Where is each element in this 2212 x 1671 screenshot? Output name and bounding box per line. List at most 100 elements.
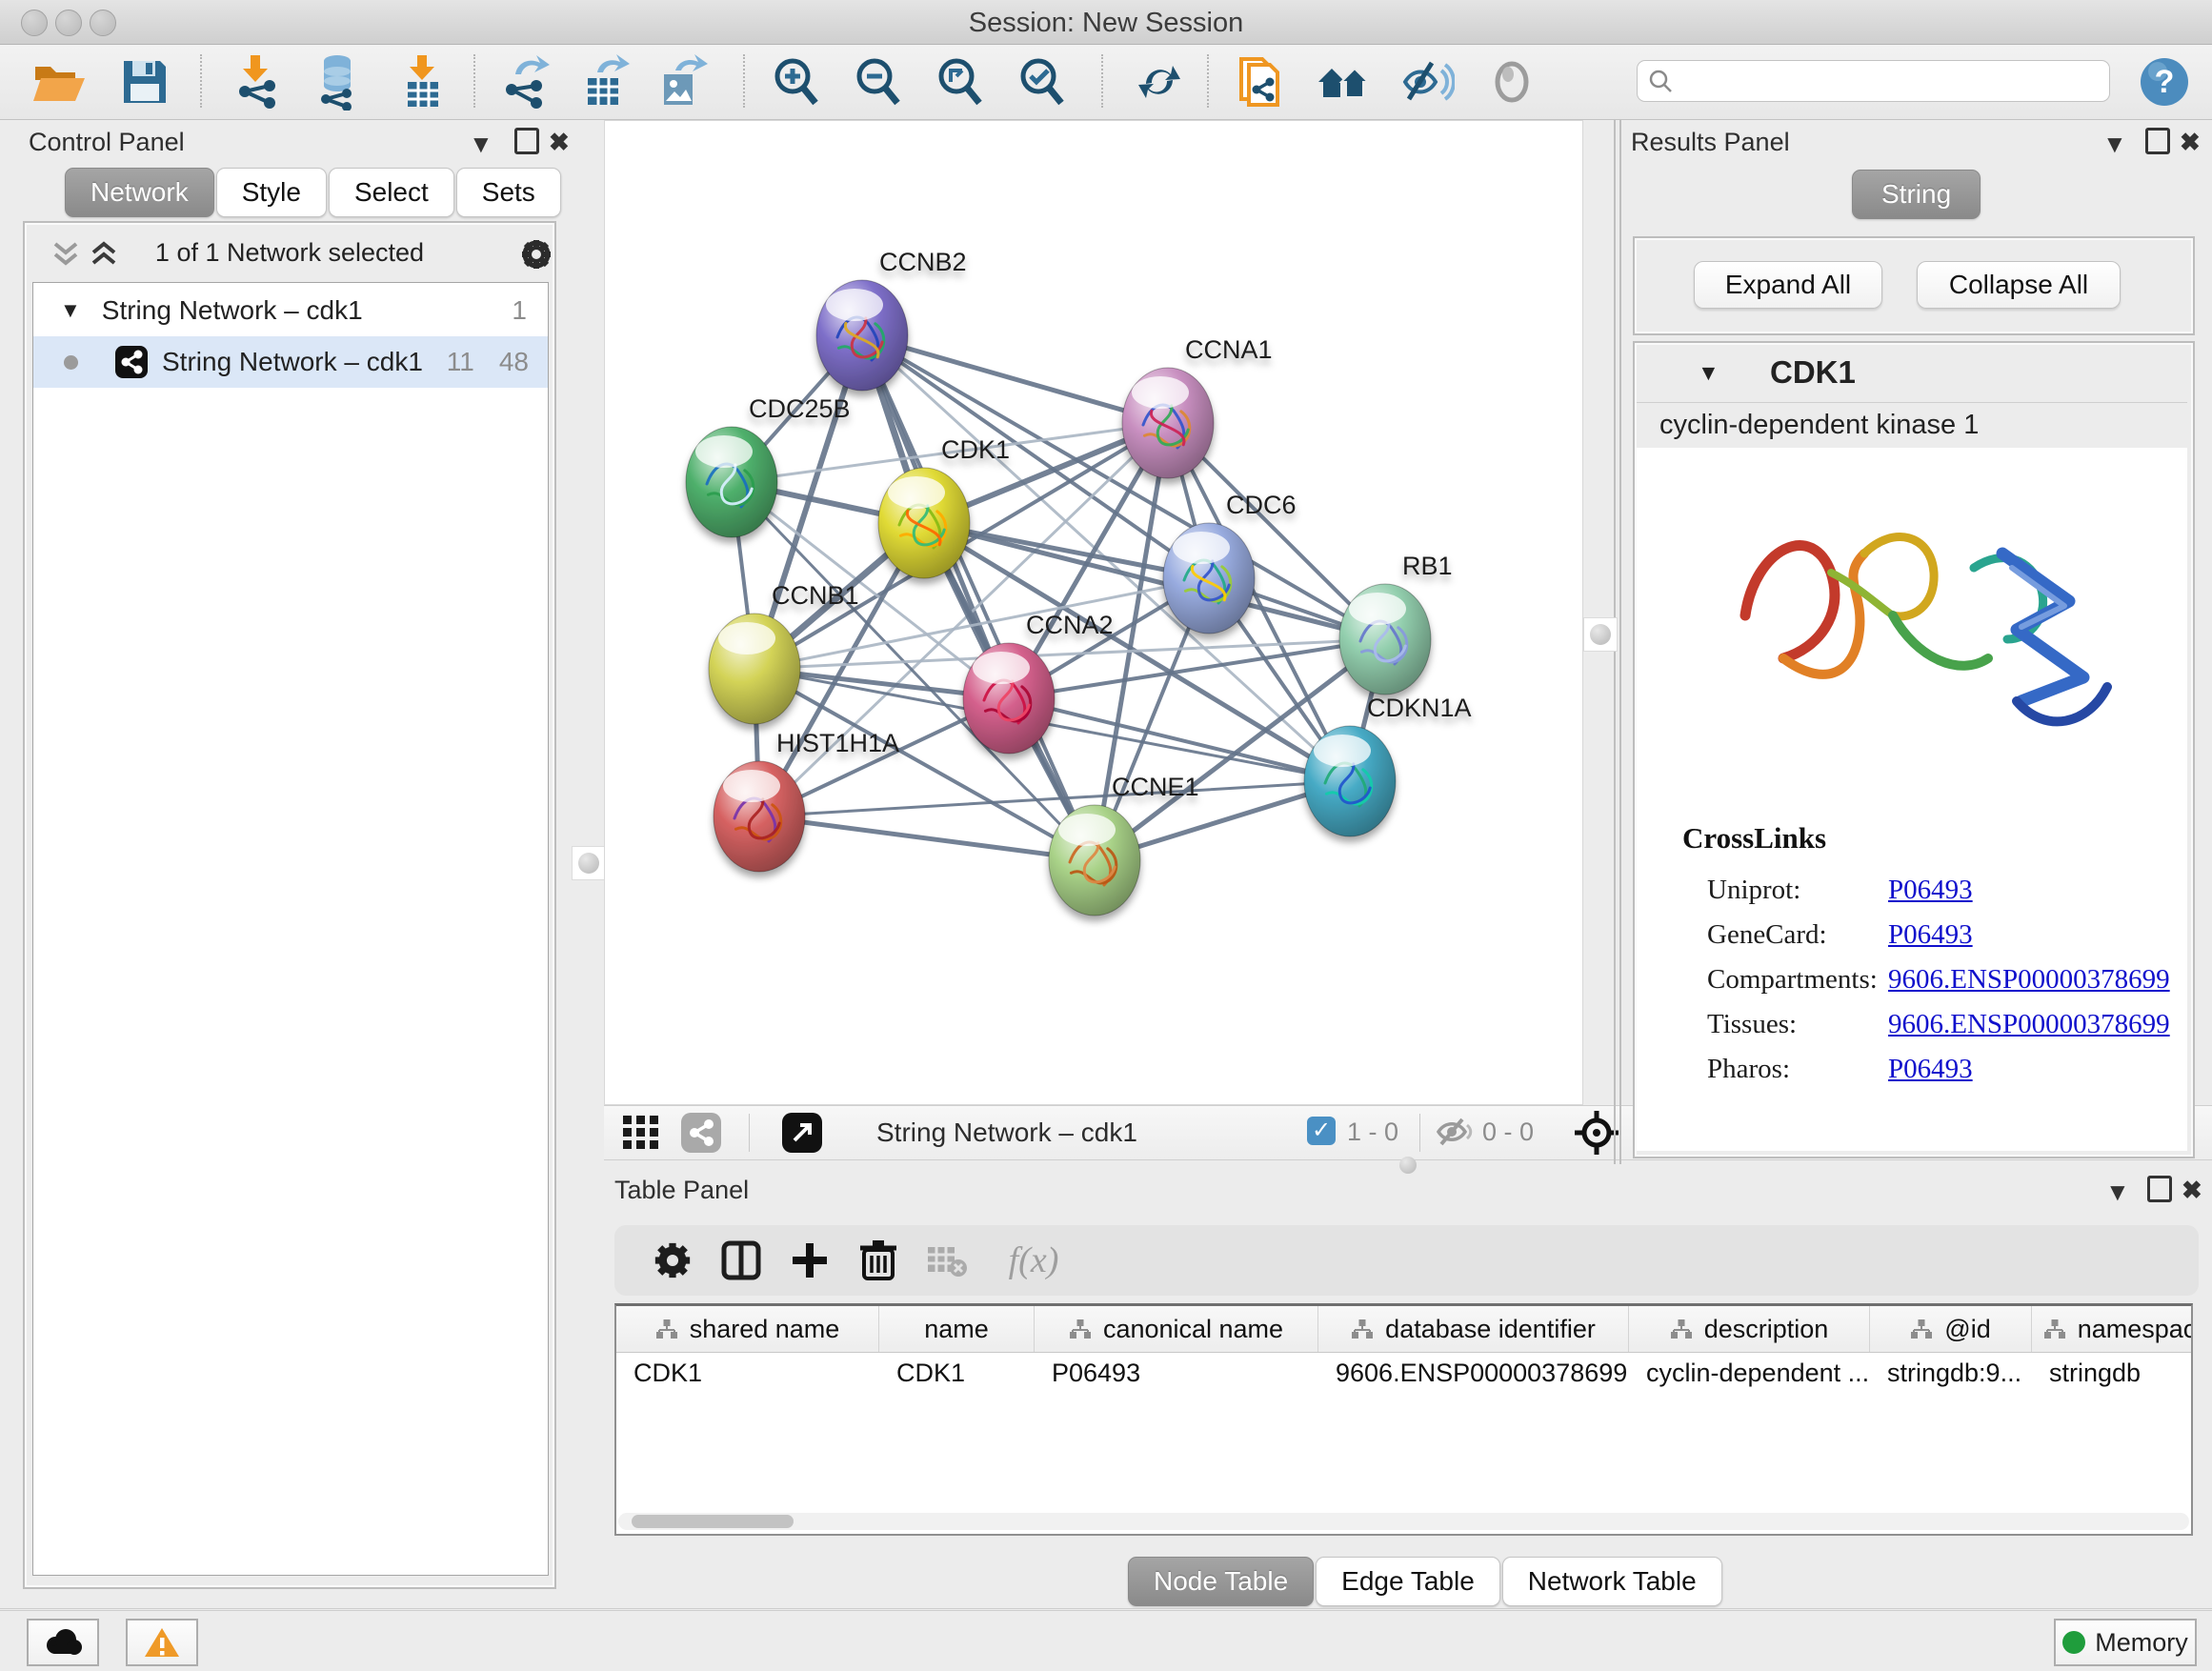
help-button[interactable]: ? (2134, 52, 2195, 111)
search-input[interactable] (1674, 66, 2087, 97)
network-options-gear-icon[interactable] (518, 236, 554, 272)
network-edge-HIST1H1A-CCNE1[interactable] (759, 816, 1095, 860)
clone-network-button[interactable] (1230, 52, 1291, 111)
results-panel-menu-button[interactable]: ▼ (2102, 130, 2127, 159)
protein-header[interactable]: ▼ CDK1 (1637, 345, 2187, 403)
delete-column-button[interactable] (851, 1233, 906, 1288)
show-columns-button[interactable] (714, 1233, 769, 1288)
tab-sets[interactable]: Sets (456, 168, 561, 217)
horizontal-scrollbar[interactable] (618, 1513, 2189, 1530)
function-builder-button-disabled[interactable]: f(x) (988, 1233, 1079, 1288)
tab-network[interactable]: Network (65, 168, 214, 217)
warning-icon (143, 1626, 181, 1659)
crosslink-link[interactable]: P06493 (1888, 919, 1973, 951)
table-panel-menu-button[interactable]: ▼ (2105, 1178, 2130, 1207)
column-header-namespace[interactable]: namespace (2032, 1306, 2193, 1352)
table-header-row: shared namenamecanonical namedatabase id… (616, 1306, 2193, 1353)
birds-eye-view-icon[interactable] (781, 1112, 823, 1154)
table-cell[interactable]: CDK1 (879, 1359, 1035, 1388)
grid-view-icon[interactable] (621, 1114, 663, 1152)
import-network-button[interactable] (228, 52, 289, 111)
left-splitter-handle[interactable] (572, 846, 606, 880)
warnings-button[interactable] (126, 1619, 198, 1666)
table-cell[interactable]: 9606.ENSP00000378699 (1318, 1359, 1629, 1388)
columns-icon (720, 1239, 762, 1281)
import-database-button[interactable] (307, 52, 368, 111)
table-cell[interactable]: stringdb:9... (1870, 1359, 2032, 1388)
cloud-status-button[interactable] (27, 1619, 99, 1666)
delete-table-button-disabled[interactable] (919, 1233, 975, 1288)
table-cell[interactable]: stringdb (2032, 1359, 2193, 1388)
tab-network-table[interactable]: Network Table (1502, 1557, 1722, 1606)
tab-edge-table[interactable]: Edge Table (1316, 1557, 1500, 1606)
control-panel-menu-button[interactable]: ▼ (469, 130, 493, 159)
column-header-description[interactable]: description (1629, 1306, 1870, 1352)
expand-all-button[interactable]: Expand All (1694, 261, 1882, 309)
memory-button[interactable]: Memory (2054, 1619, 2197, 1666)
tab-style[interactable]: Style (216, 168, 327, 217)
column-header-id[interactable]: @id (1870, 1306, 2032, 1352)
network-collection-row[interactable]: ▼ String Network – cdk1 1 (33, 285, 548, 336)
network-node-CDKN1A[interactable]: CDKN1A (1304, 694, 1472, 836)
zoom-out-button[interactable] (848, 52, 909, 111)
table-panel-float-button[interactable] (2147, 1176, 2172, 1209)
right-splitter-handle[interactable] (1583, 617, 1618, 652)
zoom-selected-button[interactable] (1012, 52, 1073, 111)
network-row-selected[interactable]: String Network – cdk1 11 48 (33, 336, 548, 388)
zoom-fit-button[interactable] (930, 52, 991, 111)
table-options-button[interactable] (645, 1233, 700, 1288)
export-network-button[interactable] (494, 52, 555, 111)
export-table-button[interactable] (574, 52, 635, 111)
network-node-RB1[interactable]: RB1 (1339, 552, 1453, 695)
open-session-button[interactable] (29, 52, 90, 111)
crosslink-link[interactable]: P06493 (1888, 875, 1973, 906)
selected-checkbox-icon[interactable]: ✓ (1307, 1117, 1336, 1145)
tab-node-table[interactable]: Node Table (1128, 1557, 1314, 1606)
toggle-visibility-button[interactable] (1397, 52, 1458, 111)
table-cell[interactable]: cyclin-dependent ... (1629, 1359, 1870, 1388)
refresh-button[interactable] (1129, 52, 1190, 111)
network-node-CDK1[interactable]: CDK1 (878, 435, 1010, 578)
create-column-button[interactable] (782, 1233, 837, 1288)
collapse-all-button[interactable]: Collapse All (1917, 261, 2121, 309)
import-table-button[interactable] (392, 52, 453, 111)
control-panel-float-button[interactable] (514, 128, 539, 161)
crosslink-link[interactable]: P06493 (1888, 1054, 1973, 1085)
export-image-button[interactable] (651, 52, 712, 111)
cloud-icon (42, 1628, 84, 1657)
table-panel-close-button[interactable]: ✖ (2182, 1176, 2202, 1205)
column-header-database-identifier[interactable]: database identifier (1318, 1306, 1629, 1352)
home-networks-button[interactable] (1313, 52, 1374, 111)
collection-expander-icon[interactable]: ▼ (60, 298, 81, 323)
crosslink-link[interactable]: 9606.ENSP00000378699 (1888, 1009, 2170, 1040)
scrollbar-thumb[interactable] (632, 1515, 794, 1528)
network-node-HIST1H1A[interactable]: HIST1H1A (714, 729, 899, 872)
results-panel-float-button[interactable] (2145, 128, 2170, 161)
network-share-view-icon[interactable] (680, 1112, 722, 1154)
inactive-eye-button[interactable] (1481, 52, 1542, 111)
network-node-CCNA1[interactable]: CCNA1 (1122, 335, 1273, 478)
table-row[interactable]: CDK1CDK1P064939606.ENSP00000378699cyclin… (616, 1352, 2193, 1394)
network-node-CDC25B[interactable]: CDC25B (686, 394, 851, 537)
table-cell[interactable]: P06493 (1035, 1359, 1318, 1388)
network-node-CCNE1[interactable]: CCNE1 (1049, 773, 1199, 916)
hidden-eye-slash-icon[interactable] (1435, 1116, 1473, 1148)
save-session-button[interactable] (114, 52, 175, 111)
tab-select[interactable]: Select (329, 168, 454, 217)
column-header-canonical-name[interactable]: canonical name (1035, 1306, 1318, 1352)
node-label-CDC6: CDC6 (1226, 491, 1297, 519)
crosslink-link[interactable]: 9606.ENSP00000378699 (1888, 964, 2170, 996)
tab-string[interactable]: String (1852, 170, 1981, 219)
network-edge-CCNB2-CCNE1[interactable] (862, 335, 1095, 860)
network-node-CCNB2[interactable]: CCNB2 (816, 248, 967, 391)
crosshair-icon[interactable] (1574, 1110, 1619, 1156)
node-gloss (1314, 735, 1371, 767)
network-canvas[interactable]: CCNB2CCNA1CDC25BCDK1CDC6RB1CCNB1CCNA2CDK… (604, 120, 1583, 1105)
control-panel-close-button[interactable]: ✖ (549, 128, 570, 157)
protein-expander-icon[interactable]: ▼ (1698, 360, 1719, 386)
results-panel-close-button[interactable]: ✖ (2180, 128, 2201, 157)
column-header-name[interactable]: name (879, 1306, 1035, 1352)
zoom-in-button[interactable] (766, 52, 827, 111)
column-header-shared-name[interactable]: shared name (616, 1306, 879, 1352)
table-cell[interactable]: CDK1 (616, 1359, 879, 1388)
